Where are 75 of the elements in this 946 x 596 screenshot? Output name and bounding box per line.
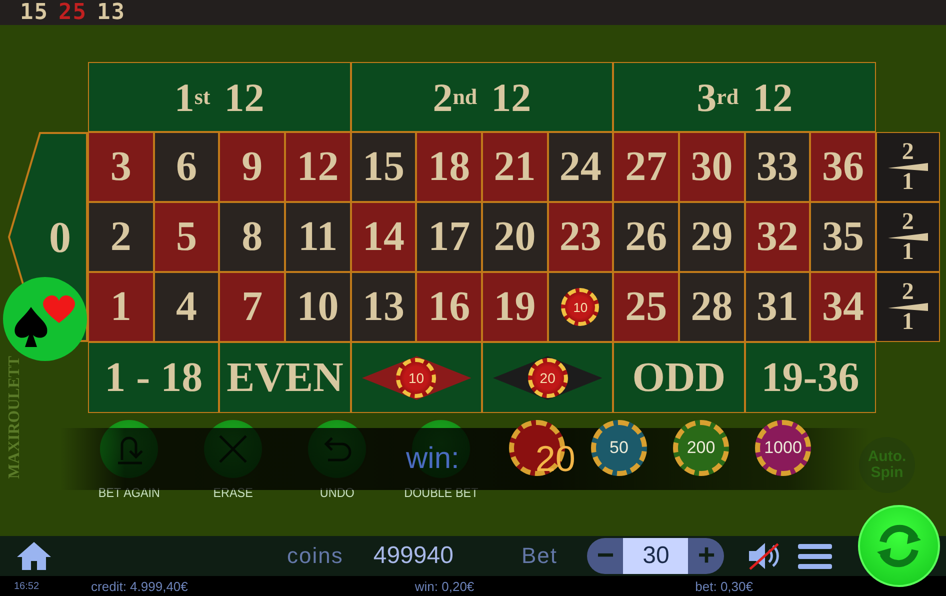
chip-button[interactable]: 1000: [755, 420, 811, 476]
number-cell[interactable]: 6: [154, 132, 220, 202]
number-cell[interactable]: 14: [350, 202, 416, 272]
bet-value: 30: [623, 538, 688, 574]
number-cell[interactable]: 7: [219, 272, 285, 342]
number-cell[interactable]: 29: [678, 202, 745, 272]
number-cell[interactable]: 13: [350, 272, 416, 342]
coins-label: coins: [287, 543, 344, 569]
number-cell[interactable]: 28: [678, 272, 745, 342]
chip-button[interactable]: 50: [591, 420, 647, 476]
outside-bet-cell[interactable]: ODD: [613, 342, 745, 413]
number-cell[interactable]: 2: [88, 202, 154, 272]
number-cell[interactable]: 3: [88, 132, 154, 202]
action-label: BET AGAIN: [98, 485, 160, 500]
number-cell[interactable]: 19: [482, 272, 548, 342]
number-cell[interactable]: 16: [416, 272, 482, 342]
column-bet-cell[interactable]: 2 1: [876, 132, 940, 202]
chip-button[interactable]: 200: [673, 420, 729, 476]
win-label: win:: [406, 442, 460, 476]
number-cell[interactable]: 10: [284, 272, 351, 342]
number-cell[interactable]: 21: [482, 132, 548, 202]
number-cell[interactable]: 9: [219, 132, 285, 202]
chip: 10: [561, 288, 600, 326]
clock: 16:52: [14, 580, 40, 592]
diamond-bet-cell[interactable]: 10: [350, 342, 482, 413]
credit-text: credit: 4.999,40€: [91, 578, 188, 594]
number-cell[interactable]: 23: [548, 202, 614, 272]
outside-bet-cell[interactable]: EVEN: [219, 342, 351, 413]
hot-number: 13: [97, 0, 126, 25]
number-cell[interactable]: 32: [744, 202, 810, 272]
action-label: UNDO: [320, 485, 354, 500]
dozen-bet-cell[interactable]: 2$^{nd}$ 12: [350, 62, 614, 132]
dozen-bet-cell[interactable]: 3$^{rd}$ 12: [613, 62, 876, 132]
number-cell[interactable]: 26: [613, 202, 679, 272]
bet-label: Bet: [521, 543, 558, 569]
number-cell[interactable]: 18: [416, 132, 482, 202]
win-text: win: 0,20€: [414, 578, 474, 594]
bet-text: bet: 0,30€: [695, 578, 753, 594]
outside-bet-cell[interactable]: 19-36: [744, 342, 876, 413]
action-label: DOUBLE BET: [404, 485, 478, 500]
action-label: ERASE: [213, 485, 253, 500]
number-cell[interactable]: 8: [219, 202, 285, 272]
number-cell[interactable]: 11: [284, 202, 351, 272]
number-cell[interactable]: 31: [744, 272, 810, 342]
number-cell[interactable]: 4: [154, 272, 220, 342]
number-cell[interactable]: 15: [350, 132, 416, 202]
number-cell[interactable]: 1: [88, 272, 154, 342]
number-cell[interactable]: 36: [810, 132, 876, 202]
wedge-icon: [888, 303, 928, 311]
number-cell[interactable]: 24: [548, 132, 614, 202]
hot-number: 15: [20, 0, 48, 25]
column-bet-cell[interactable]: 2 1: [876, 202, 940, 272]
number-cell[interactable]: 27: [613, 132, 679, 202]
number-cell[interactable]: 30: [678, 132, 745, 202]
wedge-icon: [888, 163, 928, 171]
home-icon[interactable]: [15, 540, 53, 572]
number-cell[interactable]: 10: [548, 272, 614, 342]
coins-value: 499940: [373, 542, 454, 570]
wedge-icon: [888, 233, 928, 241]
menu-icon[interactable]: [798, 542, 832, 570]
number-cell[interactable]: 35: [810, 202, 876, 272]
number-cell[interactable]: 5: [154, 202, 220, 272]
outside-bet-cell[interactable]: 1 - 18: [88, 342, 220, 413]
dozen-bet-cell[interactable]: 1$^{st}$ 12: [88, 62, 351, 132]
number-cell[interactable]: 12: [284, 132, 351, 202]
number-cell[interactable]: 17: [416, 202, 482, 272]
diamond-bet-cell[interactable]: 20: [482, 342, 614, 413]
number-cell[interactable]: 33: [744, 132, 810, 202]
number-cell[interactable]: 34: [810, 272, 876, 342]
column-bet-cell[interactable]: 2 1: [876, 272, 940, 342]
chip: 20: [528, 358, 568, 398]
hot-number: 25: [58, 0, 87, 25]
number-cell[interactable]: 20: [482, 202, 548, 272]
number-cell[interactable]: 25: [613, 272, 679, 342]
chip: 10: [396, 358, 436, 398]
